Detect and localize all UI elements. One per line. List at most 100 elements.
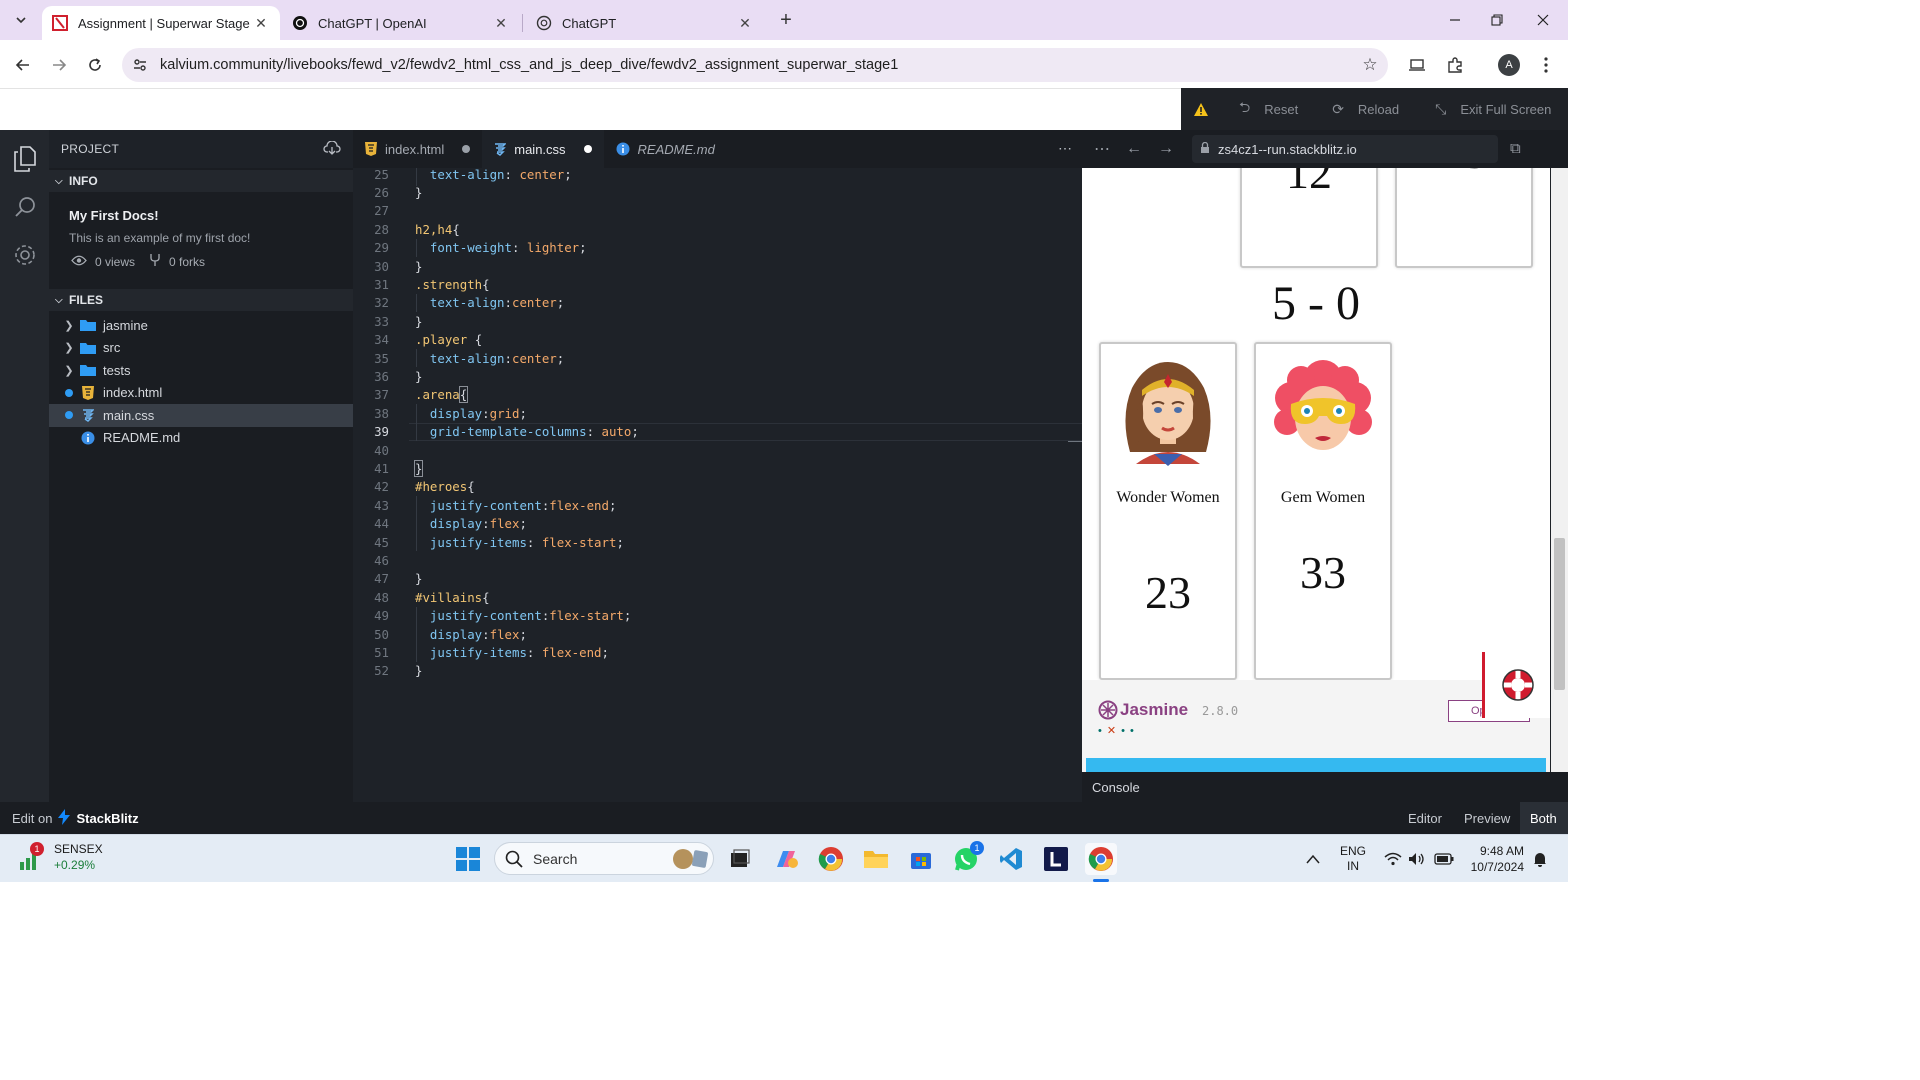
- file-tree-item[interactable]: ❯ tests: [49, 359, 353, 382]
- profile-avatar[interactable]: A: [1498, 54, 1520, 76]
- code-line[interactable]: 51 justify-items: flex-end;: [353, 643, 1082, 661]
- l-app-icon[interactable]: [1040, 843, 1072, 875]
- reload-preview-button[interactable]: ⟳ Reload: [1332, 101, 1399, 118]
- minimize-window-button[interactable]: [1440, 8, 1470, 32]
- chrome-app-icon[interactable]: [815, 843, 847, 875]
- whatsapp-icon[interactable]: 1: [950, 841, 984, 875]
- code-line[interactable]: 37 .arena{: [353, 386, 1082, 404]
- market-widget[interactable]: 1 SENSEX +0.29%: [18, 841, 103, 873]
- vscode-icon[interactable]: [995, 843, 1027, 875]
- browser-tab-chatgpt-openai[interactable]: ChatGPT | OpenAI ✕: [282, 6, 520, 40]
- preview-more-icon[interactable]: ⋯: [1086, 139, 1118, 159]
- close-tab-icon[interactable]: ✕: [736, 15, 754, 32]
- code-line[interactable]: 39 grid-template-columns: auto;: [353, 423, 1082, 441]
- code-line[interactable]: 35 text-align:center;: [353, 349, 1082, 367]
- editor-view-tab[interactable]: Editor: [1408, 802, 1442, 834]
- editor-tab[interactable]: index.html: [353, 130, 482, 168]
- site-settings-icon[interactable]: [122, 57, 158, 73]
- reload-button[interactable]: [82, 52, 108, 78]
- code-line[interactable]: 40: [353, 441, 1082, 459]
- code-editor[interactable]: 25 text-align: center; 26} 27 28 h2,h4{29 fo…: [353, 168, 1082, 802]
- tab-search-button[interactable]: [8, 8, 34, 32]
- clock[interactable]: 9:48 AM 10/7/2024: [1460, 835, 1524, 883]
- code-line[interactable]: 42 #heroes{: [353, 478, 1082, 496]
- code-line[interactable]: 49 justify-content:flex-start;: [353, 607, 1082, 625]
- bookmark-star-icon[interactable]: ☆: [1352, 55, 1388, 75]
- edit-on-stackblitz-link[interactable]: Edit on StackBlitz: [12, 808, 139, 828]
- reset-button[interactable]: ⮌ Reset: [1239, 97, 1298, 121]
- taskbar-search-box[interactable]: Search: [494, 842, 714, 875]
- task-view-icon[interactable]: [724, 843, 756, 875]
- help-button[interactable]: [1482, 652, 1550, 718]
- code-line[interactable]: 48 #villains{: [353, 588, 1082, 606]
- microsoft-store-icon[interactable]: [905, 843, 937, 875]
- code-line[interactable]: 33}: [353, 312, 1082, 330]
- code-line[interactable]: 27: [353, 202, 1082, 220]
- close-tab-icon[interactable]: ✕: [252, 15, 270, 32]
- code-line[interactable]: 38 display:grid;: [353, 404, 1082, 422]
- code-line[interactable]: 25 text-align: center;: [353, 168, 1082, 183]
- code-line[interactable]: 52}: [353, 662, 1082, 680]
- address-bar[interactable]: kalvium.community/livebooks/fewd_v2/fewd…: [122, 48, 1388, 82]
- chrome-active-app-icon[interactable]: [1085, 843, 1117, 882]
- language-indicator[interactable]: ENG IN: [1340, 835, 1366, 883]
- restore-window-button[interactable]: [1482, 8, 1512, 32]
- warning-icon[interactable]: [1181, 102, 1221, 117]
- code-line[interactable]: 31 .strength{: [353, 275, 1082, 293]
- editor-more-actions-icon[interactable]: ⋯: [1058, 140, 1072, 157]
- preview-back-icon[interactable]: ←: [1118, 140, 1150, 158]
- browser-tab-chatgpt[interactable]: ChatGPT ✕: [526, 6, 764, 40]
- editor-tab[interactable]: main.css: [482, 130, 604, 168]
- close-tab-icon[interactable]: ✕: [492, 15, 510, 32]
- preview-url-bar[interactable]: zs4cz1--run.stackblitz.io: [1192, 135, 1498, 163]
- code-line[interactable]: 32 text-align:center;: [353, 294, 1082, 312]
- back-button[interactable]: [10, 52, 36, 78]
- console-panel-header[interactable]: Console: [1082, 772, 1568, 802]
- code-line[interactable]: 41}: [353, 459, 1082, 478]
- code-line[interactable]: 50 display:flex;: [353, 625, 1082, 643]
- preview-forward-icon[interactable]: →: [1150, 140, 1182, 158]
- code-line[interactable]: 34 .player {: [353, 331, 1082, 349]
- extensions-icon[interactable]: [1443, 54, 1467, 76]
- open-in-new-window-icon[interactable]: ⧉: [1510, 140, 1521, 157]
- info-section-header[interactable]: ⌵ INFO: [49, 170, 353, 192]
- file-tree-item[interactable]: main.css: [49, 404, 353, 427]
- code-line[interactable]: 28 h2,h4{: [353, 220, 1082, 238]
- code-line[interactable]: 43 justify-content:flex-end;: [353, 496, 1082, 514]
- install-app-icon[interactable]: [1405, 54, 1429, 76]
- preview-view-tab[interactable]: Preview: [1464, 802, 1510, 834]
- search-icon[interactable]: [12, 194, 38, 220]
- file-tree-item[interactable]: index.html: [49, 382, 353, 405]
- editor-tab[interactable]: README.md: [604, 130, 749, 168]
- code-line[interactable]: 45 justify-items: flex-start;: [353, 533, 1082, 551]
- cloud-download-icon[interactable]: [323, 139, 341, 158]
- both-view-tab[interactable]: Both: [1520, 802, 1568, 834]
- file-explorer-icon[interactable]: [860, 843, 892, 875]
- windows-start-button[interactable]: [452, 843, 484, 875]
- code-line[interactable]: 46: [353, 551, 1082, 569]
- scrollbar-thumb[interactable]: [1554, 538, 1565, 690]
- system-status-icons[interactable]: [1384, 835, 1454, 883]
- code-line[interactable]: 47}: [353, 570, 1082, 588]
- files-section-header[interactable]: ⌵ FILES: [49, 289, 353, 311]
- code-line[interactable]: 26}: [353, 183, 1082, 201]
- file-tree-item[interactable]: README.md: [49, 427, 353, 450]
- browser-menu-icon[interactable]: [1534, 54, 1558, 76]
- code-line[interactable]: 36}: [353, 367, 1082, 385]
- notifications-icon[interactable]: [1532, 835, 1548, 883]
- show-hidden-icons[interactable]: [1306, 835, 1320, 883]
- code-line[interactable]: 44 display:flex;: [353, 515, 1082, 533]
- code-line[interactable]: 29 font-weight: lighter;: [353, 239, 1082, 257]
- settings-gear-icon[interactable]: [12, 242, 38, 268]
- close-window-button[interactable]: [1528, 8, 1558, 32]
- copilot-icon[interactable]: [770, 843, 802, 875]
- new-tab-button[interactable]: +: [774, 8, 798, 32]
- exit-fullscreen-button[interactable]: ⤡ Exit Full Screen: [1435, 101, 1551, 118]
- preview-scrollbar[interactable]: [1551, 168, 1568, 802]
- file-tree-item[interactable]: ❯ jasmine: [49, 314, 353, 337]
- explorer-files-icon[interactable]: [12, 146, 38, 172]
- forward-button[interactable]: [46, 52, 72, 78]
- browser-tab-assignment[interactable]: Assignment | Superwar Stage I ✕: [42, 6, 280, 40]
- code-line[interactable]: 30}: [353, 257, 1082, 275]
- file-tree-item[interactable]: ❯ src: [49, 337, 353, 360]
